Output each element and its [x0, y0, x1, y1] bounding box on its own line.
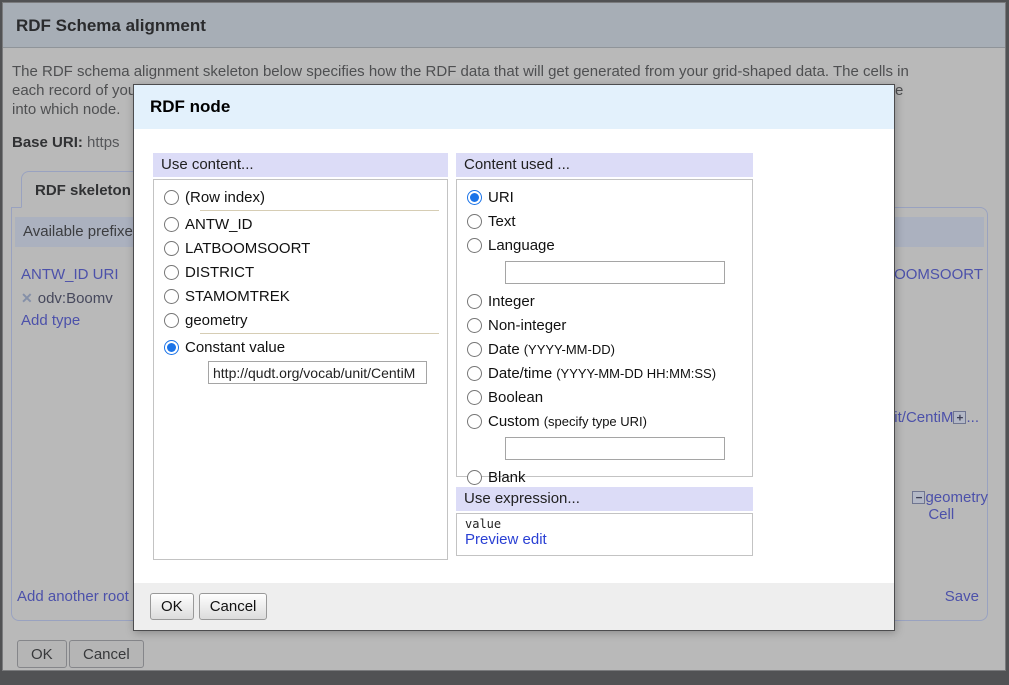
- dialog-cancel-button[interactable]: Cancel: [69, 640, 144, 668]
- option-label: Language: [488, 237, 555, 254]
- option-integer[interactable]: Integer: [465, 289, 744, 313]
- collapse-icon[interactable]: −: [912, 491, 925, 504]
- option-label: Date: [488, 341, 520, 358]
- geometry-node-label: geometry: [925, 489, 988, 506]
- integer-radio[interactable]: [467, 294, 482, 309]
- content-used-header: Content used ...: [456, 153, 753, 177]
- option-label: geometry: [185, 312, 248, 329]
- modal-body: Use content... (Row index) ANTW_ID LATBO…: [134, 129, 894, 583]
- option-date[interactable]: Date (YYYY-MM-DD): [465, 337, 744, 361]
- tab-rdf-skeleton[interactable]: RDF skeleton: [21, 171, 141, 208]
- option-label: Integer: [488, 293, 535, 310]
- option-datetime[interactable]: Date/time (YYYY-MM-DD HH:MM:SS): [465, 361, 744, 385]
- rdf-node-modal: RDF node Use content... (Row index) ANTW…: [133, 84, 895, 631]
- text-radio[interactable]: [467, 214, 482, 229]
- geometry-node-sublabel: Cell: [912, 506, 970, 523]
- use-content-header: Use content...: [153, 153, 448, 177]
- expression-value: value: [465, 517, 744, 531]
- modal-cancel-button[interactable]: Cancel: [199, 593, 268, 620]
- option-stamomtrek[interactable]: STAMOMTREK: [162, 284, 439, 308]
- delete-icon[interactable]: ✕: [21, 290, 33, 306]
- expand-icon[interactable]: +: [953, 411, 966, 424]
- option-blank[interactable]: Blank: [465, 465, 744, 489]
- option-label: Constant value: [185, 339, 285, 356]
- target-cell-link[interactable]: OOMSOORT: [894, 266, 983, 283]
- constant-node-label: it/CentiM: [894, 409, 953, 426]
- base-uri: Base URI: https: [12, 134, 120, 151]
- use-content-list: (Row index) ANTW_ID LATBOOMSOORT DISTRIC…: [153, 179, 448, 560]
- option-latboomsoort[interactable]: LATBOOMSOORT: [162, 236, 439, 260]
- modal-footer: OK Cancel: [134, 583, 894, 630]
- root-node-link[interactable]: ANTW_ID URI: [21, 266, 119, 283]
- option-label: Boolean: [488, 389, 543, 406]
- constant-node-link[interactable]: it/CentiM+...: [894, 409, 979, 426]
- latboomsoort-radio[interactable]: [164, 241, 179, 256]
- option-label: ANTW_ID: [185, 216, 253, 233]
- modal-ok-button[interactable]: OK: [150, 593, 194, 620]
- option-non-integer[interactable]: Non-integer: [465, 313, 744, 337]
- description-line: The RDF schema alignment skeleton below …: [12, 62, 1000, 81]
- option-label: Non-integer: [488, 317, 566, 334]
- use-expression-header: Use expression...: [456, 487, 753, 511]
- save-link[interactable]: Save: [945, 588, 979, 605]
- use-content-column: Use content... (Row index) ANTW_ID LATBO…: [153, 153, 448, 583]
- date-radio[interactable]: [467, 342, 482, 357]
- option-hint: (YYYY-MM-DD HH:MM:SS): [556, 366, 716, 381]
- option-label: STAMOMTREK: [185, 288, 290, 305]
- blank-radio[interactable]: [467, 470, 482, 485]
- option-custom[interactable]: Custom (specify type URI): [465, 409, 744, 433]
- geometry-node-link[interactable]: −geometryCell: [912, 489, 988, 523]
- option-boolean[interactable]: Boolean: [465, 385, 744, 409]
- option-label: Custom: [488, 413, 540, 430]
- base-uri-label: Base URI:: [12, 134, 83, 151]
- base-uri-value: https: [87, 134, 120, 151]
- expression-box: value Preview edit: [456, 513, 753, 556]
- option-label: DISTRICT: [185, 264, 254, 281]
- constant-value-input[interactable]: [208, 361, 427, 384]
- option-label: URI: [488, 189, 514, 206]
- list-separator: [200, 333, 439, 334]
- geometry-radio[interactable]: [164, 313, 179, 328]
- non-integer-radio[interactable]: [467, 318, 482, 333]
- dialog-title: RDF Schema alignment: [3, 3, 1005, 48]
- option-language[interactable]: Language: [465, 233, 744, 257]
- option-label: (Row index): [185, 189, 265, 206]
- type-entry-row: ✕ odv:Boomv: [21, 290, 113, 307]
- modal-title: RDF node: [134, 85, 894, 129]
- option-label: Blank: [488, 469, 526, 486]
- constant-value-radio[interactable]: [164, 340, 179, 355]
- option-geometry[interactable]: geometry: [162, 308, 439, 332]
- district-radio[interactable]: [164, 265, 179, 280]
- preview-edit-link[interactable]: Preview edit: [465, 531, 547, 548]
- option-label: Text: [488, 213, 516, 230]
- option-label: LATBOOMSOORT: [185, 240, 310, 257]
- custom-radio[interactable]: [467, 414, 482, 429]
- list-separator: [200, 210, 439, 211]
- option-uri[interactable]: URI: [465, 185, 744, 209]
- option-district[interactable]: DISTRICT: [162, 260, 439, 284]
- language-input[interactable]: [505, 261, 725, 284]
- option-text[interactable]: Text: [465, 209, 744, 233]
- content-used-column: Content used ... URI Text Language In: [456, 153, 753, 583]
- option-antw-id[interactable]: ANTW_ID: [162, 212, 439, 236]
- constant-node-ellipsis: ...: [966, 409, 979, 426]
- uri-radio[interactable]: [467, 190, 482, 205]
- language-radio[interactable]: [467, 238, 482, 253]
- content-used-list: URI Text Language Integer Non-integ: [456, 179, 753, 477]
- antw-id-radio[interactable]: [164, 217, 179, 232]
- option-hint: (YYYY-MM-DD): [524, 342, 615, 357]
- option-hint: (specify type URI): [544, 414, 647, 429]
- boolean-radio[interactable]: [467, 390, 482, 405]
- row-index-radio[interactable]: [164, 190, 179, 205]
- option-row-index[interactable]: (Row index): [162, 185, 439, 209]
- dialog-ok-button[interactable]: OK: [17, 640, 67, 668]
- option-label: Date/time: [488, 365, 552, 382]
- stamomtrek-radio[interactable]: [164, 289, 179, 304]
- datetime-radio[interactable]: [467, 366, 482, 381]
- option-constant-value[interactable]: Constant value: [162, 335, 439, 359]
- type-entry-label: odv:Boomv: [38, 290, 113, 307]
- custom-type-uri-input[interactable]: [505, 437, 725, 460]
- add-type-link[interactable]: Add type: [21, 312, 80, 329]
